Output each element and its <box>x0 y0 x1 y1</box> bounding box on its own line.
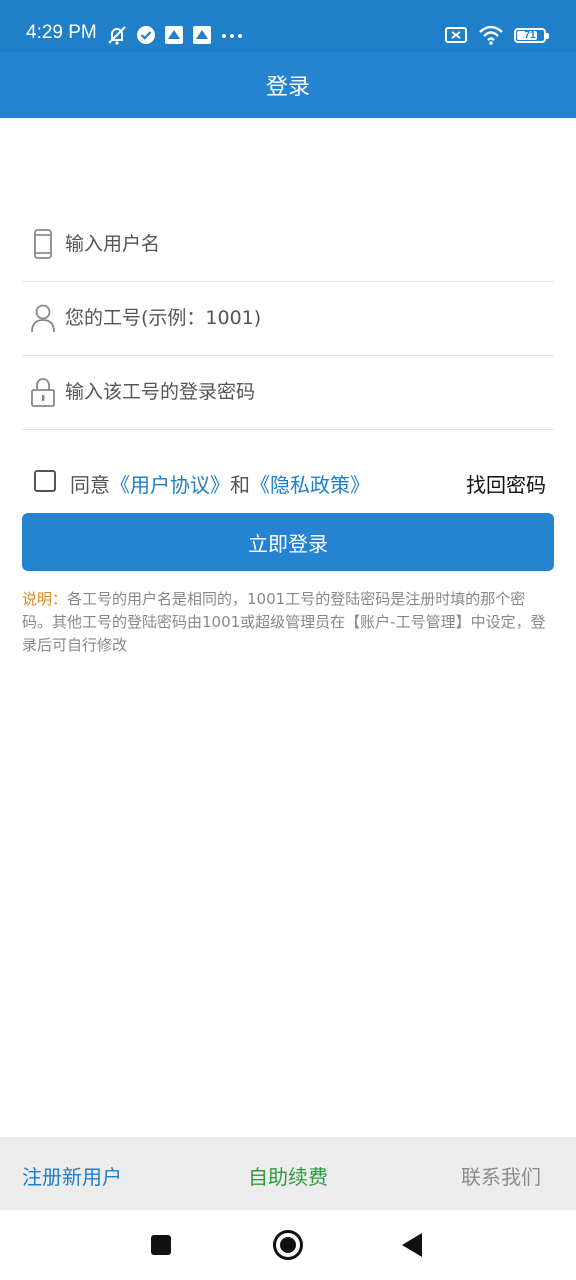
employee-id-field <box>22 281 554 356</box>
wifi-icon <box>479 25 503 45</box>
agreement-text: 同意《用户协议》和《隐私政策》 <box>70 469 370 498</box>
check-circle-icon <box>137 26 155 44</box>
privacy-policy-link[interactable]: 《隐私政策》 <box>250 473 370 497</box>
agree-and: 和 <box>230 473 250 497</box>
battery-icon: 71 <box>514 27 549 43</box>
page-title: 登录 <box>265 75 310 100</box>
app-notification-icon <box>165 26 183 44</box>
password-input[interactable] <box>65 373 535 411</box>
more-icon <box>222 34 242 38</box>
agreement-row: 同意《用户协议》和《隐私政策》 找回密码 <box>22 462 554 504</box>
forgot-password-link[interactable]: 找回密码 <box>466 469 546 498</box>
recent-apps-icon[interactable] <box>151 1235 171 1255</box>
username-input[interactable] <box>65 225 535 263</box>
no-sim-icon <box>445 27 467 43</box>
login-button[interactable]: 立即登录 <box>22 513 554 571</box>
renew-link[interactable]: 自助续费 <box>248 1161 328 1190</box>
app-bar: 登录 <box>0 52 576 118</box>
phone-icon <box>34 229 52 259</box>
status-left-icons <box>106 23 244 47</box>
status-bar: 4:29 PM 71 <box>0 0 576 52</box>
login-note: 说明：各工号的用户名是相同的，1001工号的登陆密码是注册时填的那个密码。其他工… <box>22 588 548 657</box>
person-icon <box>31 304 55 333</box>
system-nav-bar <box>0 1210 576 1280</box>
status-right-icons: 71 <box>444 23 549 47</box>
user-agreement-link[interactable]: 《用户协议》 <box>110 473 230 497</box>
note-label: 说明： <box>22 590 68 608</box>
contact-link[interactable]: 联系我们 <box>461 1161 541 1190</box>
agree-checkbox[interactable] <box>34 470 56 492</box>
back-icon[interactable] <box>402 1233 422 1257</box>
register-link[interactable]: 注册新用户 <box>22 1161 122 1190</box>
employee-id-input[interactable] <box>65 299 535 337</box>
note-text: 各工号的用户名是相同的，1001工号的登陆密码是注册时填的那个密码。其他工号的登… <box>22 590 546 654</box>
password-field <box>22 355 554 430</box>
status-time: 4:29 PM <box>26 22 97 43</box>
lock-icon <box>31 378 55 407</box>
username-field <box>22 207 554 282</box>
battery-level: 71 <box>524 29 536 41</box>
bottom-bar: 注册新用户 自助续费 联系我们 <box>0 1137 576 1210</box>
app-notification-icon <box>193 26 211 44</box>
agree-prefix: 同意 <box>70 473 110 497</box>
mute-icon <box>108 26 126 45</box>
home-icon[interactable] <box>273 1230 303 1260</box>
